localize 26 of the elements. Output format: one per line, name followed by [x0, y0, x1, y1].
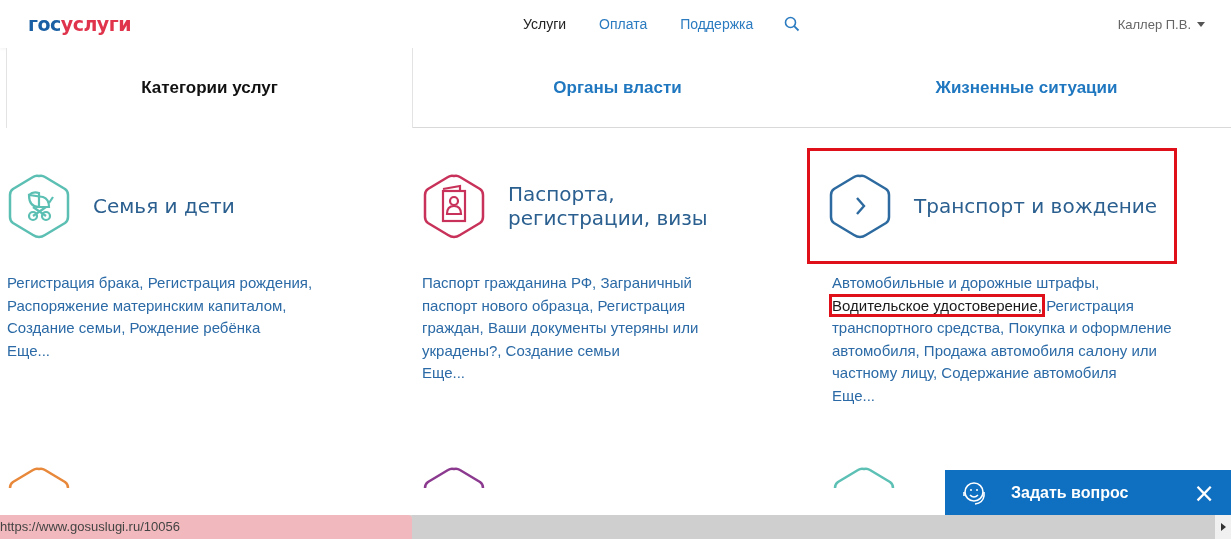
site-logo[interactable]: госуслуги	[28, 13, 523, 35]
more-link[interactable]: Еще...	[422, 362, 466, 384]
scroll-right-icon[interactable]	[1215, 515, 1231, 539]
status-url: https://www.gosuslugi.ru/10056	[0, 515, 412, 539]
ask-question-label[interactable]: Задать вопрос	[1011, 483, 1129, 502]
nav-link[interactable]: Оплата	[599, 16, 648, 32]
category-services[interactable]: Регистрация брака, Регистрация рождения, Распоряжение материнским капиталом, Создание семьи, Рождение ребёнка	[7, 272, 352, 340]
more-link[interactable]: Еще...	[832, 384, 876, 407]
category-title[interactable]: Семья и дети	[93, 194, 303, 218]
category-services[interactable]: Автомобильные и дорожные штрафы, Водительское удостоверение, Регистрация транспортного средства, Покупка и оформление автомобиля, Продажа автомобиля салону или частному лицу, Содержание автомобиля	[832, 272, 1172, 385]
horizontal-scrollbar[interactable]	[412, 515, 1215, 539]
close-button[interactable]: ×	[1185, 477, 1223, 508]
search-icon[interactable]	[784, 16, 801, 32]
category-title[interactable]: Паспорта, регистрации, визы	[508, 182, 718, 230]
category-tab[interactable]: Категории услуг	[6, 48, 413, 128]
chat-widget[interactable]: Задать вопрос ×	[945, 470, 1231, 515]
caret-icon[interactable]	[1197, 21, 1205, 27]
more-link[interactable]: Еще...	[7, 339, 51, 362]
user-name[interactable]: Каллер П.В.	[1117, 16, 1191, 32]
category-services[interactable]: Паспорт гражданина РФ, Заграничный паспорт нового образца, Регистрация граждан, Ваши документы утеряны или украдены?, Создание семьи	[422, 272, 732, 362]
category-title[interactable]: Транспорт и вождение	[914, 194, 1174, 218]
chevron-icon[interactable]	[828, 172, 892, 240]
passport-icon[interactable]	[422, 172, 486, 240]
nav-link[interactable]: Услуги	[523, 16, 567, 32]
category-icon[interactable]	[422, 466, 486, 488]
nav-link[interactable]: Поддержка	[680, 16, 754, 32]
